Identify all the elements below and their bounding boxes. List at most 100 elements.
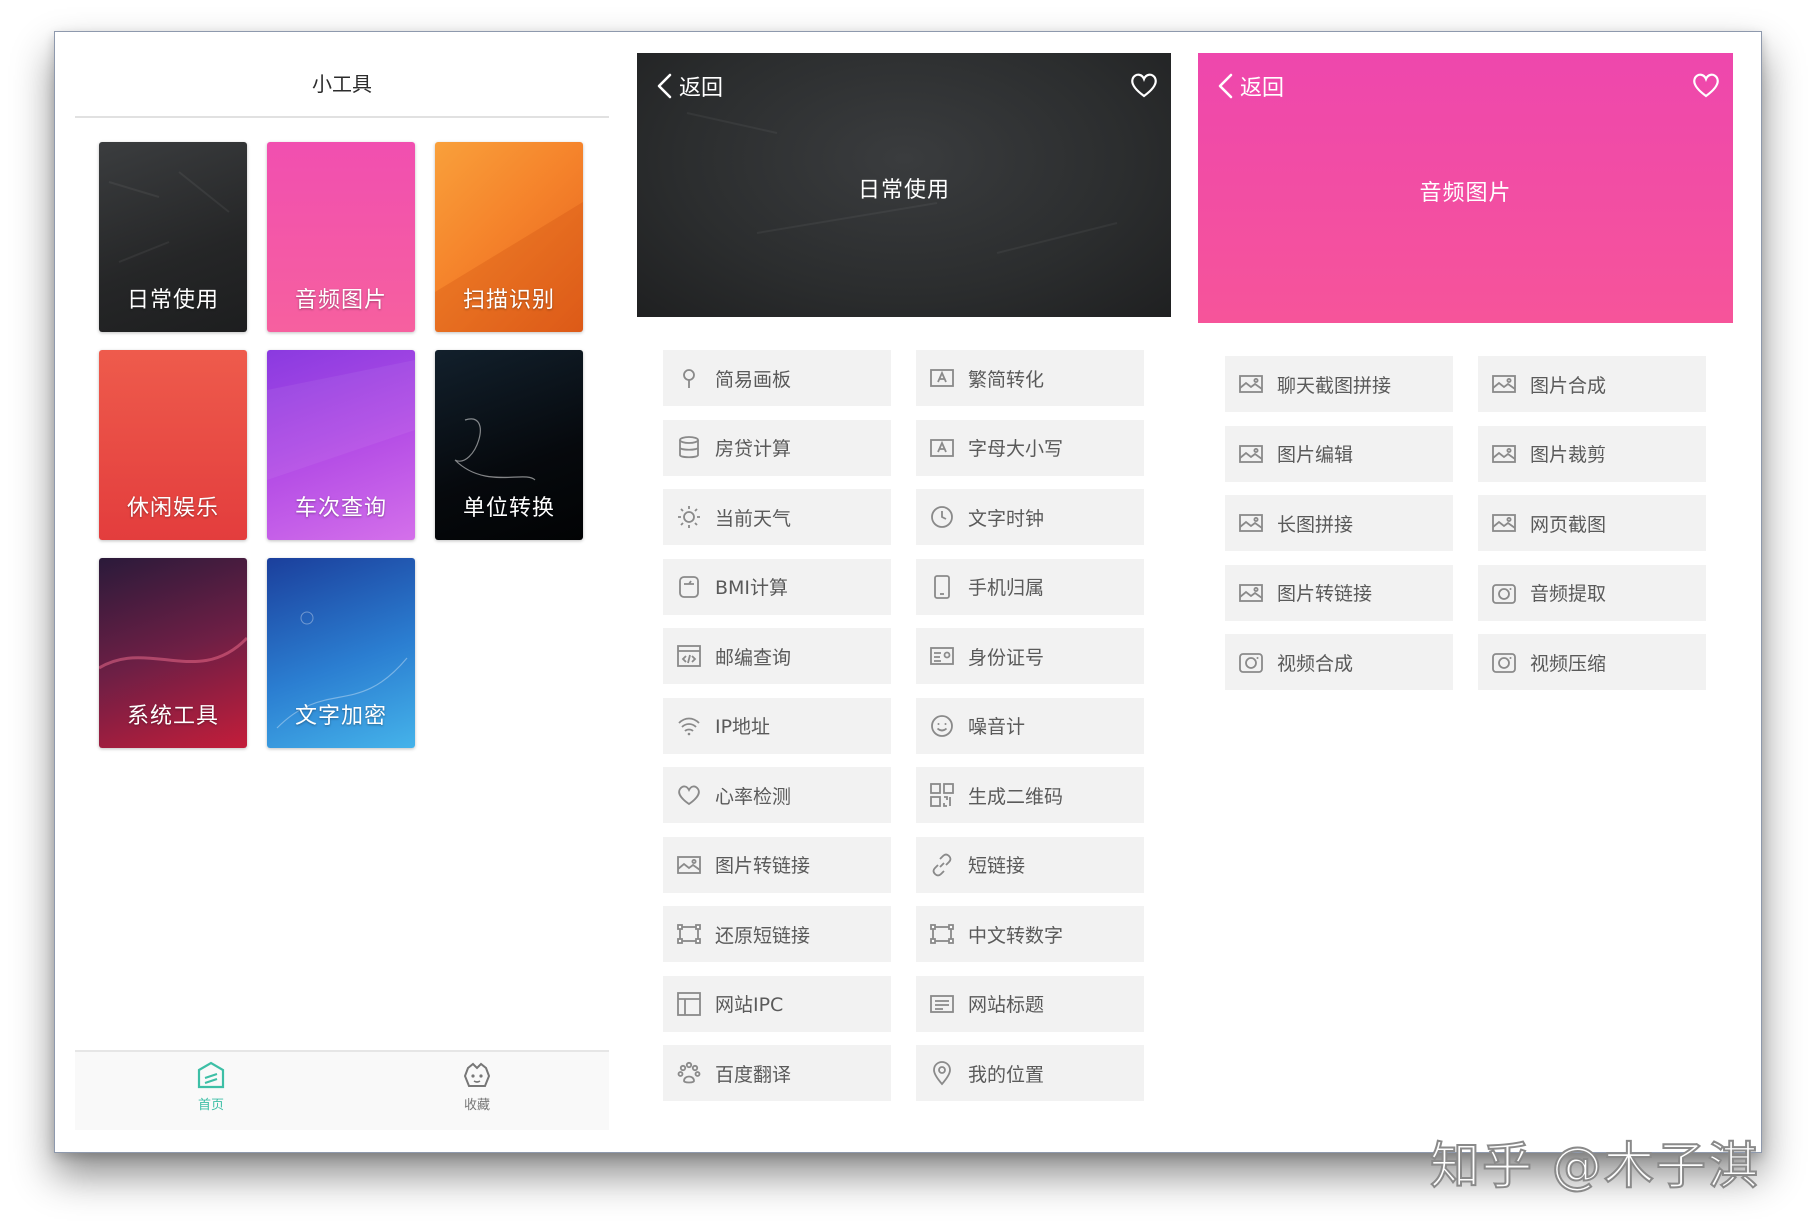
tile-label: 日常使用 — [126, 288, 219, 313]
image-icon — [1490, 440, 1518, 468]
tool-item[interactable]: 网页截图 — [1478, 495, 1706, 551]
tool-item[interactable]: 聊天截图拼接 — [1225, 356, 1453, 412]
tool-item[interactable]: 生成二维码 — [916, 767, 1144, 823]
heart-outline-icon — [1131, 73, 1157, 98]
tool-item-label: 图片转链接 — [1277, 583, 1373, 605]
wifi-icon — [675, 712, 703, 740]
tile-daily-use[interactable]: 日常使用 — [99, 142, 247, 332]
tool-item-label: 身份证号 — [968, 646, 1045, 669]
tool-item-label: 网页截图 — [1530, 513, 1607, 536]
favorite-button[interactable] — [1129, 71, 1159, 103]
layout-icon — [675, 990, 703, 1018]
tool-item[interactable]: 视频合成 — [1225, 634, 1453, 690]
tool-item-label: 心率检测 — [715, 785, 792, 808]
tile-audio-image[interactable]: 音频图片 — [267, 142, 415, 332]
home-panel: 小工具 日常使用 音频图片 扫描识别 休闲娱乐 车次查询 单位转换 系统工具 文… — [75, 32, 609, 1154]
tool-item[interactable]: 还原短链接 — [663, 906, 891, 962]
tool-item-label: 图片转链接 — [715, 855, 811, 877]
back-button[interactable]: 返回 — [1216, 71, 1284, 101]
tool-item[interactable]: 音频提取 — [1478, 564, 1706, 621]
tile-unit-convert[interactable]: 单位转换 — [435, 350, 583, 540]
tile-scan-recognize[interactable]: 扫描识别 — [435, 142, 583, 332]
tool-item-label: 聊天截图拼接 — [1277, 374, 1392, 397]
tile-label: 休闲娱乐 — [126, 496, 219, 521]
expand-icon — [928, 920, 956, 948]
tile-train-query[interactable]: 车次查询 — [267, 350, 415, 540]
tool-item-label: 长图拼接 — [1277, 513, 1354, 536]
image-icon — [675, 851, 703, 879]
image-icon — [1237, 370, 1265, 398]
tool-item[interactable]: 心率检测 — [663, 767, 891, 823]
title-divider — [75, 116, 609, 118]
tile-text-encrypt[interactable]: 文字加密 — [267, 558, 415, 748]
image-icon — [1237, 509, 1265, 537]
link-icon — [928, 851, 956, 879]
tab-favorites[interactable]: 收藏 — [437, 1058, 517, 1124]
tool-item-label: 手机归属 — [968, 577, 1045, 599]
heart-outline-icon — [1693, 73, 1719, 98]
daily-header: 返回 日常使用 — [637, 53, 1171, 317]
tool-item-label: 视频压缩 — [1530, 652, 1607, 675]
tool-item[interactable]: 邮编查询 — [663, 628, 891, 684]
chevron-left-icon — [657, 73, 672, 99]
tool-item[interactable]: 我的位置 — [916, 1045, 1144, 1101]
image-icon — [1237, 440, 1265, 468]
back-label: 返回 — [1240, 76, 1285, 101]
tool-item[interactable]: 字母大小写 — [916, 419, 1144, 476]
tool-item-label: 视频合成 — [1277, 652, 1354, 675]
expand-icon — [675, 920, 703, 948]
page-title: 小工具 — [312, 72, 372, 96]
tool-item-label: 音频提取 — [1530, 583, 1607, 605]
tile-label: 文字加密 — [294, 704, 387, 729]
tool-item[interactable]: 短链接 — [916, 836, 1144, 893]
tile-label: 扫描识别 — [462, 288, 555, 313]
home-icon — [197, 1061, 225, 1089]
tile-system-tools[interactable]: 系统工具 — [99, 558, 247, 748]
tool-item[interactable]: 手机归属 — [916, 558, 1144, 615]
location-icon — [928, 1059, 956, 1087]
sun-icon — [675, 503, 703, 531]
tool-item[interactable]: IP地址 — [663, 697, 891, 754]
tool-item[interactable]: 图片转链接 — [1225, 564, 1453, 621]
tool-item[interactable]: 文字时钟 — [916, 489, 1144, 545]
heart-icon — [675, 781, 703, 809]
tab-home[interactable]: 首页 — [171, 1058, 251, 1124]
tool-item-label: 网站标题 — [968, 994, 1045, 1016]
tool-item[interactable]: 图片转链接 — [663, 836, 891, 893]
tool-item[interactable]: 视频压缩 — [1478, 634, 1706, 690]
tool-item-label: 还原短链接 — [715, 924, 811, 947]
smile-icon — [928, 712, 956, 740]
tool-item-label: 噪音计 — [968, 716, 1026, 738]
camera-icon — [1490, 579, 1518, 607]
tile-label: 音频图片 — [294, 288, 387, 313]
paw-icon — [675, 1059, 703, 1087]
tile-label: 系统工具 — [126, 704, 219, 729]
tile-leisure[interactable]: 休闲娱乐 — [99, 350, 247, 540]
title-icon — [928, 990, 956, 1018]
tool-item[interactable]: 当前天气 — [663, 489, 891, 545]
tool-item[interactable]: 百度翻译 — [663, 1045, 891, 1101]
tool-item-label: 房贷计算 — [715, 438, 792, 460]
tool-item[interactable]: 房贷计算 — [663, 419, 891, 476]
tool-item[interactable]: 网站标题 — [916, 975, 1144, 1032]
tool-item[interactable]: 图片编辑 — [1225, 425, 1453, 482]
tool-item[interactable]: 噪音计 — [916, 697, 1144, 754]
tool-item-label: BMI计算 — [715, 577, 789, 599]
tool-item[interactable]: 网站IPC — [663, 975, 891, 1032]
tool-item[interactable]: BMI计算 — [663, 558, 891, 615]
tool-item-label: 字母大小写 — [968, 438, 1064, 460]
tool-item[interactable]: 繁简转化 — [916, 350, 1144, 406]
tool-item[interactable]: 图片裁剪 — [1478, 425, 1706, 482]
back-button[interactable]: 返回 — [655, 71, 723, 101]
tool-item[interactable]: 身份证号 — [916, 628, 1144, 684]
tile-label: 单位转换 — [462, 496, 555, 521]
tool-item[interactable]: 长图拼接 — [1225, 495, 1453, 551]
image-icon — [1237, 579, 1265, 607]
tool-item[interactable]: 简易画板 — [663, 350, 891, 406]
tab-label: 收藏 — [463, 1098, 490, 1113]
tool-item[interactable]: 图片合成 — [1478, 356, 1706, 412]
favorite-button[interactable] — [1691, 71, 1721, 103]
tool-item[interactable]: 中文转数字 — [916, 906, 1144, 962]
database-icon — [675, 434, 703, 462]
tool-item-label: IP地址 — [715, 716, 771, 738]
